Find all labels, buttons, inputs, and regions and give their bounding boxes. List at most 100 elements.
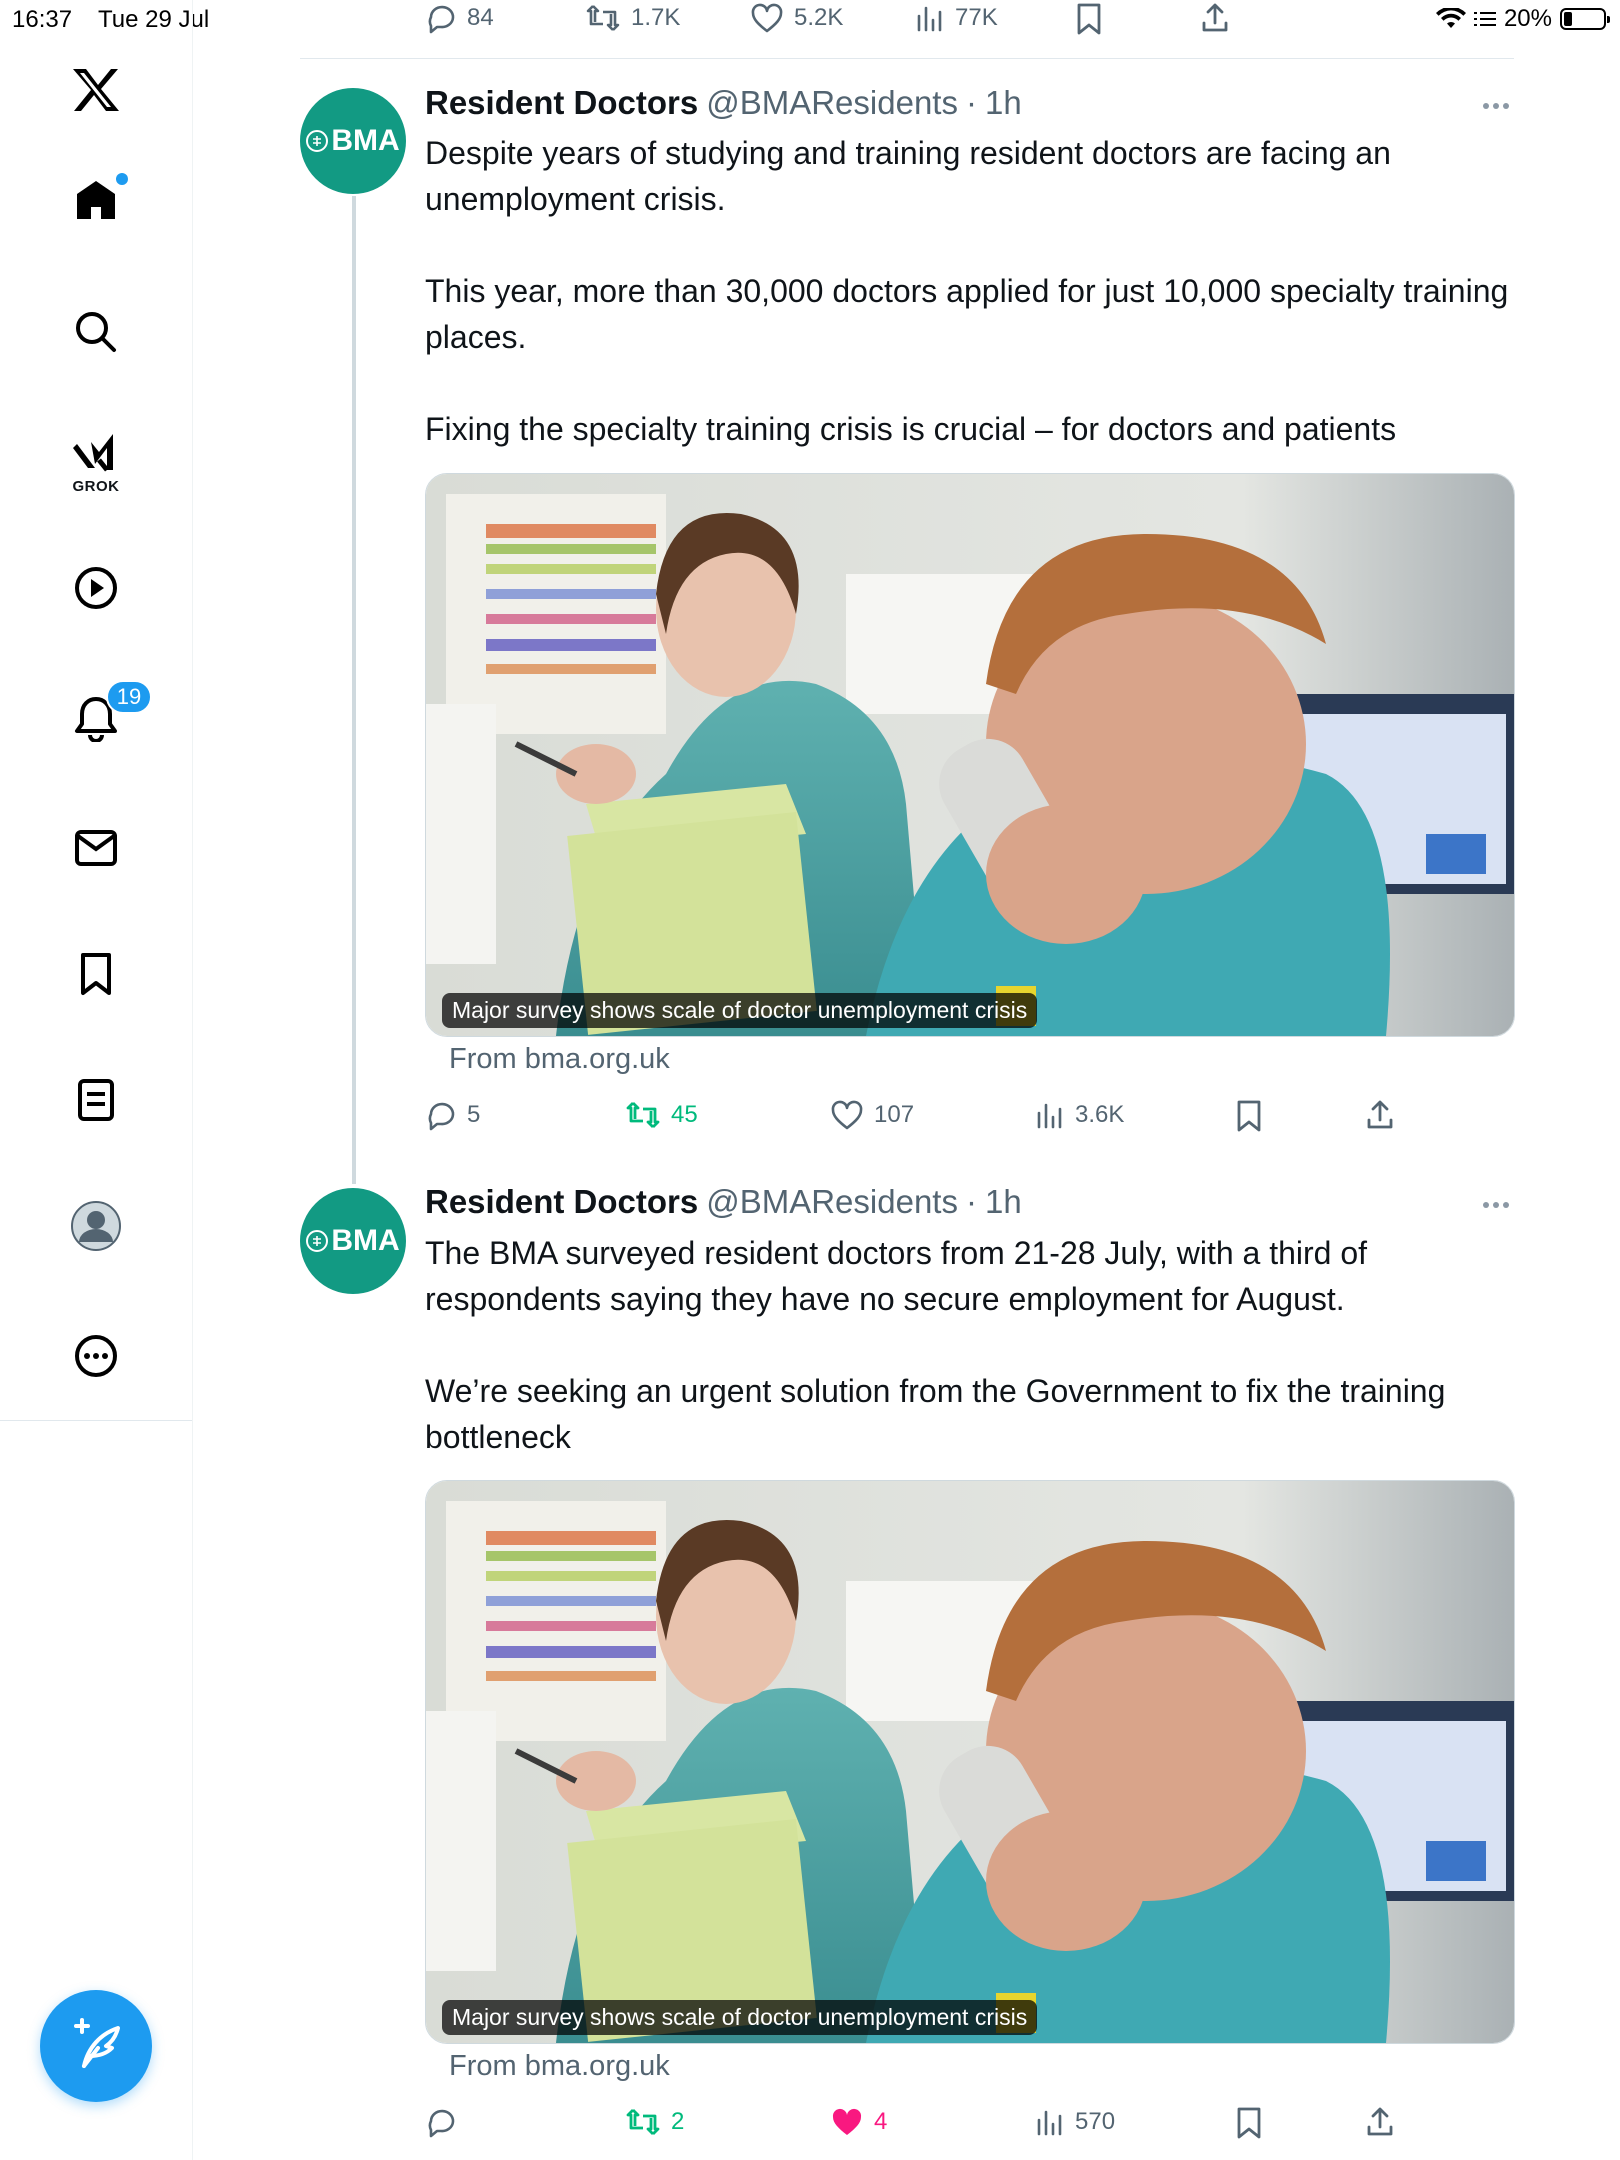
card-source-link[interactable]: From bma.org.uk [449,2050,670,2083]
share-icon [1202,3,1228,32]
sidebar-divider [0,1420,192,1421]
views-count: 570 [1075,2108,1116,2135]
bookmark-icon [1237,2107,1261,2139]
avatar-text: BMA [331,1224,400,1257]
lists-icon[interactable] [66,1070,126,1130]
feather-plus-icon [74,2018,120,2068]
header-separator: · [965,84,977,121]
reply-count: 84 [467,4,494,31]
bookmarks-icon[interactable] [66,944,126,1004]
bookmark-button[interactable] [1235,1099,1263,1133]
share-button[interactable] [1365,1099,1395,1131]
card-caption: Major survey shows scale of doctor unemp… [442,2000,1038,2035]
post-avatar[interactable]: BMA [300,1188,406,1294]
thread-connector [352,196,356,1184]
post-text: The BMA surveyed resident doctors from 2… [425,1230,1515,1460]
post-paragraph: Despite years of studying and training r… [425,135,1391,217]
messages-icon[interactable] [66,818,126,878]
battery-icon [1560,8,1610,30]
reply-button[interactable]: 5 [425,1099,480,1131]
notifications-icon[interactable]: 19 [66,680,152,748]
video-play-icon[interactable] [66,558,126,618]
post-paragraph: This year, more than 30,000 doctors appl… [425,273,1509,355]
author-name[interactable]: Resident Doctors [425,1183,698,1221]
post-more-button[interactable] [1478,96,1514,116]
compose-post-button[interactable] [40,1990,152,2102]
feed-divider [300,58,1514,59]
post-paragraph: We’re seeking an urgent solution from th… [425,1373,1446,1455]
share-icon [1367,2107,1393,2136]
bookmark-icon [1237,1100,1261,1132]
reply-icon [428,2109,455,2138]
share-button[interactable] [1365,2106,1395,2138]
post-actions: 5 45 107 3.6K [425,1099,1515,1139]
x-logo-icon[interactable] [66,62,126,118]
heart-icon [831,1100,863,1130]
repost-button[interactable]: 2 [625,2106,684,2138]
repost-button[interactable]: 1.7K [585,2,680,34]
post-avatar[interactable]: BMA [300,88,406,194]
header-separator: · [965,1183,977,1220]
doctors-photo [426,1481,1514,2043]
repost-icon [586,5,620,31]
repost-icon [626,2109,660,2135]
sidebar-nav: GROK 19 [0,0,193,2160]
post-header: Resident Doctors @BMAResidents · 1h [425,84,1022,122]
heart-icon [751,3,783,33]
link-card-image[interactable]: Major survey shows scale of doctor unemp… [425,473,1515,1037]
bookmark-button[interactable] [1235,2106,1263,2140]
like-button[interactable]: 107 [830,1099,914,1131]
notification-badge: 19 [106,680,152,714]
post-paragraph: Fixing the specialty training crisis is … [425,411,1397,447]
like-count: 5.2K [794,4,844,31]
grok-label: GROK [72,477,120,495]
post-time[interactable]: 1h [985,1183,1022,1221]
grok-icon[interactable]: GROK [56,424,136,500]
repost-count: 45 [671,1101,698,1128]
repost-count: 2 [671,2108,685,2135]
post-more-button[interactable] [1478,1195,1514,1215]
doctors-photo [426,474,1514,1036]
share-button[interactable] [1200,2,1230,34]
post-paragraph: The BMA surveyed resident doctors from 2… [425,1235,1368,1317]
like-button[interactable]: 4 [830,2106,887,2138]
profile-avatar-icon[interactable] [66,1196,126,1256]
author-handle[interactable]: @BMAResidents [706,84,958,122]
heart-filled-icon [832,2108,862,2135]
reply-count: 5 [467,1101,481,1128]
post-time[interactable]: 1h [985,84,1022,122]
reply-button[interactable] [425,2106,467,2138]
views-button[interactable]: 77K [915,2,998,34]
home-icon[interactable] [66,172,128,228]
like-button[interactable]: 5.2K [750,2,843,34]
reply-icon [428,5,455,34]
reply-button[interactable]: 84 [425,2,494,34]
like-count: 107 [874,1101,915,1128]
repost-icon [626,1102,660,1128]
views-icon [1037,1103,1062,1129]
battery-percent: 20% [1503,5,1552,32]
bma-seal-icon [306,130,329,152]
views-icon [917,6,942,32]
avatar-text: BMA [331,124,400,157]
more-options-icon[interactable] [66,1326,126,1386]
views-icon [1037,2110,1062,2136]
repost-count: 1.7K [631,4,681,31]
views-count: 77K [955,4,998,31]
share-icon [1367,1100,1393,1129]
card-source-link[interactable]: From bma.org.uk [449,1043,670,1076]
post-actions: 2 4 570 [425,2106,1515,2146]
author-handle[interactable]: @BMAResidents [706,1183,958,1221]
post-text: Despite years of studying and training r… [425,130,1515,452]
link-card-image[interactable]: Major survey shows scale of doctor unemp… [425,1480,1515,2044]
previous-post-actions: 84 1.7K 5.2K 77K [300,0,1510,40]
search-icon[interactable] [66,302,126,362]
repost-button[interactable]: 45 [625,1099,698,1131]
bma-seal-icon [306,1230,329,1252]
author-name[interactable]: Resident Doctors [425,84,698,122]
card-caption: Major survey shows scale of doctor unemp… [442,993,1038,1028]
views-button[interactable]: 570 [1035,2106,1115,2138]
bookmark-button[interactable] [1075,2,1103,36]
post-header: Resident Doctors @BMAResidents · 1h [425,1183,1022,1221]
views-button[interactable]: 3.6K [1035,1099,1124,1131]
